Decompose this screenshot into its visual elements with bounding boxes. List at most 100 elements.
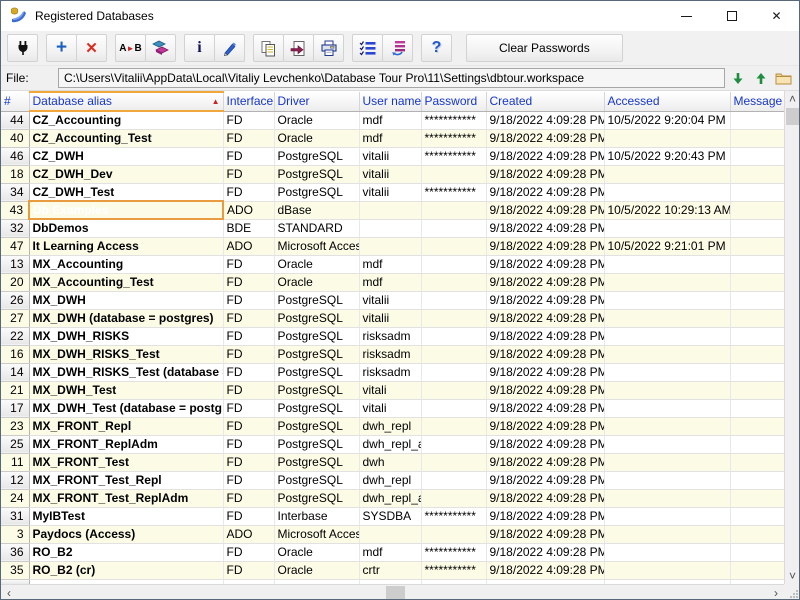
alias-cell[interactable]: MX_DWH_Test (database = postg bbox=[29, 399, 223, 417]
alias-cell[interactable]: RO_B2 bbox=[29, 543, 223, 561]
created-cell[interactable]: 9/18/2022 4:09:28 PM bbox=[486, 327, 604, 345]
created-cell[interactable]: 9/18/2022 4:09:28 PM bbox=[486, 507, 604, 525]
driver-cell[interactable]: STANDARD bbox=[274, 219, 359, 237]
driver-cell[interactable]: dBase bbox=[274, 201, 359, 219]
interface-cell[interactable]: ADO bbox=[223, 237, 274, 255]
created-cell[interactable]: 9/18/2022 4:09:28 PM bbox=[486, 471, 604, 489]
created-cell[interactable]: 9/18/2022 4:09:28 PM bbox=[486, 417, 604, 435]
accessed-cell[interactable] bbox=[604, 489, 730, 507]
alias-cell[interactable]: DbDemos bbox=[29, 219, 223, 237]
user-cell[interactable] bbox=[359, 219, 421, 237]
message-cell[interactable] bbox=[730, 201, 784, 219]
password-cell[interactable] bbox=[421, 363, 486, 381]
created-cell[interactable]: 9/18/2022 4:09:28 PM bbox=[486, 309, 604, 327]
interface-cell[interactable]: FD bbox=[223, 273, 274, 291]
row-number-cell[interactable]: 21 bbox=[1, 381, 29, 399]
password-cell[interactable]: *********** bbox=[421, 543, 486, 561]
created-cell[interactable]: 9/18/2022 4:09:28 PM bbox=[486, 165, 604, 183]
password-cell[interactable] bbox=[421, 489, 486, 507]
user-cell[interactable]: mdf bbox=[359, 129, 421, 147]
row-number-cell[interactable]: 43 bbox=[1, 201, 29, 219]
message-cell[interactable] bbox=[730, 417, 784, 435]
print-button[interactable] bbox=[313, 34, 344, 62]
created-cell[interactable]: 9/18/2022 4:09:28 PM bbox=[486, 291, 604, 309]
message-cell[interactable] bbox=[730, 183, 784, 201]
accessed-cell[interactable]: 10/5/2022 9:21:01 PM bbox=[604, 237, 730, 255]
alias-cell[interactable]: MX_DWH_RISKS_Test (database = bbox=[29, 363, 223, 381]
created-cell[interactable]: 9/18/2022 4:09:28 PM bbox=[486, 111, 604, 129]
copy-database-button[interactable] bbox=[145, 34, 176, 62]
password-cell[interactable] bbox=[421, 219, 486, 237]
alias-cell[interactable]: MX_Accounting bbox=[29, 255, 223, 273]
horizontal-scrollbar[interactable]: ‹ › bbox=[1, 584, 784, 599]
accessed-cell[interactable] bbox=[604, 435, 730, 453]
alias-cell[interactable]: RO_B2 (cr) bbox=[29, 561, 223, 579]
user-cell[interactable]: vitali bbox=[359, 399, 421, 417]
row-number-cell[interactable]: 40 bbox=[1, 129, 29, 147]
created-cell[interactable]: 9/18/2022 4:09:28 PM bbox=[486, 219, 604, 237]
accessed-cell[interactable]: 10/5/2022 9:20:04 PM bbox=[604, 111, 730, 129]
check-items-button[interactable] bbox=[352, 34, 383, 62]
message-cell[interactable] bbox=[730, 543, 784, 561]
interface-cell[interactable]: FD bbox=[223, 255, 274, 273]
alias-cell[interactable]: MX_DWH_Test bbox=[29, 381, 223, 399]
interface-cell[interactable]: FD bbox=[223, 147, 274, 165]
user-cell[interactable]: crtr bbox=[359, 561, 421, 579]
password-cell[interactable] bbox=[421, 309, 486, 327]
password-cell[interactable] bbox=[421, 273, 486, 291]
help-button[interactable]: ? bbox=[421, 34, 452, 62]
driver-cell[interactable]: PostgreSQL bbox=[274, 147, 359, 165]
driver-cell[interactable]: PostgreSQL bbox=[274, 453, 359, 471]
row-number-cell[interactable]: 31 bbox=[1, 507, 29, 525]
alias-cell[interactable]: CZ_DWH_Dev bbox=[29, 165, 223, 183]
alias-cell[interactable]: MX_DWH (database = postgres) bbox=[29, 309, 223, 327]
alias-cell[interactable]: Paydocs (Access) bbox=[29, 525, 223, 543]
password-cell[interactable] bbox=[421, 471, 486, 489]
row-number-cell[interactable]: 47 bbox=[1, 237, 29, 255]
created-cell[interactable]: 9/18/2022 4:09:28 PM bbox=[486, 255, 604, 273]
horizontal-scroll-thumb[interactable] bbox=[386, 586, 405, 599]
scroll-down-arrow[interactable]: ˅ bbox=[785, 568, 799, 584]
interface-cell[interactable]: FD bbox=[223, 453, 274, 471]
interface-cell[interactable]: FD bbox=[223, 165, 274, 183]
vertical-scroll-thumb[interactable] bbox=[786, 108, 799, 125]
driver-cell[interactable]: PostgreSQL bbox=[274, 345, 359, 363]
user-cell[interactable] bbox=[359, 237, 421, 255]
accessed-cell[interactable] bbox=[604, 345, 730, 363]
vertical-scrollbar[interactable]: ˄ ˅ bbox=[784, 91, 799, 584]
row-number-cell[interactable]: 32 bbox=[1, 219, 29, 237]
accessed-cell[interactable] bbox=[604, 255, 730, 273]
interface-cell[interactable]: ADO bbox=[223, 201, 274, 219]
column-header-user-name[interactable]: User name bbox=[359, 92, 421, 111]
driver-cell[interactable]: PostgreSQL bbox=[274, 399, 359, 417]
driver-cell[interactable]: PostgreSQL bbox=[274, 435, 359, 453]
alias-cell[interactable]: MX_FRONT_Repl bbox=[29, 417, 223, 435]
alias-cell[interactable]: MX_DWH_RISKS_Test bbox=[29, 345, 223, 363]
accessed-cell[interactable] bbox=[604, 471, 730, 489]
user-cell[interactable]: dwh_repl bbox=[359, 471, 421, 489]
delete-button[interactable]: ✕ bbox=[76, 34, 107, 62]
row-number-cell[interactable]: 23 bbox=[1, 417, 29, 435]
created-cell[interactable]: 9/18/2022 4:09:28 PM bbox=[486, 183, 604, 201]
row-number-cell[interactable]: 16 bbox=[1, 345, 29, 363]
driver-cell[interactable]: Interbase bbox=[274, 507, 359, 525]
interface-cell[interactable]: FD bbox=[223, 129, 274, 147]
interface-cell[interactable]: FD bbox=[223, 417, 274, 435]
alias-cell[interactable]: CZ_Accounting_Test bbox=[29, 129, 223, 147]
password-cell[interactable] bbox=[421, 237, 486, 255]
message-cell[interactable] bbox=[730, 237, 784, 255]
driver-cell[interactable]: Microsoft Access bbox=[274, 525, 359, 543]
user-cell[interactable]: dwh_repl bbox=[359, 417, 421, 435]
accessed-cell[interactable]: 10/5/2022 10:29:13 AM bbox=[604, 201, 730, 219]
alias-cell[interactable]: MyIBTest bbox=[29, 507, 223, 525]
user-cell[interactable]: risksadm bbox=[359, 345, 421, 363]
info-button[interactable]: i bbox=[184, 34, 215, 62]
created-cell[interactable]: 9/18/2022 4:09:28 PM bbox=[486, 147, 604, 165]
alias-cell[interactable]: MX_FRONT_ReplAdm bbox=[29, 435, 223, 453]
accessed-cell[interactable] bbox=[604, 507, 730, 525]
driver-cell[interactable]: PostgreSQL bbox=[274, 309, 359, 327]
password-cell[interactable] bbox=[421, 327, 486, 345]
message-cell[interactable] bbox=[730, 165, 784, 183]
user-cell[interactable]: vitalii bbox=[359, 309, 421, 327]
created-cell[interactable]: 9/18/2022 4:09:28 PM bbox=[486, 201, 604, 219]
